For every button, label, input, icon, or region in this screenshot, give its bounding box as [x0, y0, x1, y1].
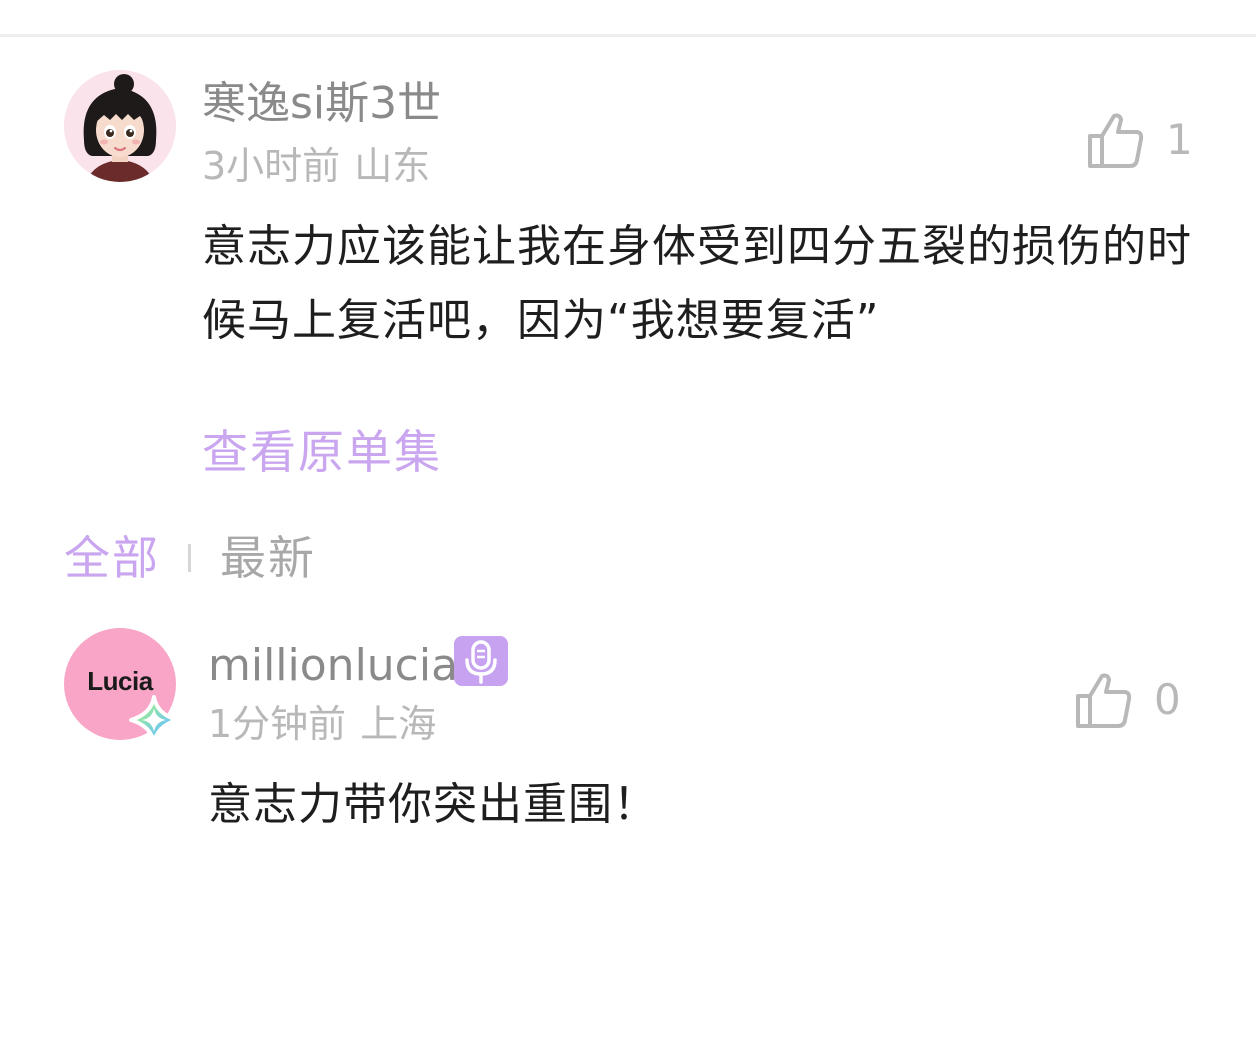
username[interactable]: millionlucia: [208, 640, 458, 692]
avatar[interactable]: [64, 70, 176, 182]
cartoon-girl-avatar-icon: [64, 70, 176, 182]
avatar-text: Lucia: [87, 666, 153, 696]
tab-divider: [188, 544, 191, 572]
comment-region: 上海: [360, 702, 437, 746]
like-count: 1: [1166, 115, 1193, 164]
comment-time: 1分钟前: [208, 702, 347, 746]
comment-time: 3小时前: [202, 144, 341, 188]
comment-meta: 3小时前 山东: [202, 144, 430, 188]
top-divider: [0, 34, 1256, 37]
comment-region: 山东: [354, 144, 431, 188]
sparkle-icon: [129, 695, 179, 745]
like-count: 0: [1154, 675, 1181, 724]
comment-meta: 1分钟前 上海: [208, 702, 436, 746]
comment-item: 寒逸si斯3世 3小时前 山东 1 意志力应该能让我在身体受到四分五裂的损伤的时候…: [0, 70, 1256, 500]
username[interactable]: 寒逸si斯3世: [202, 78, 441, 130]
thumb-up-icon: [1088, 113, 1144, 168]
sort-tabs: 全部 最新: [64, 528, 464, 588]
view-original-link[interactable]: 查看原单集: [202, 422, 442, 482]
avatar[interactable]: Lucia: [64, 628, 179, 745]
tab-latest[interactable]: 最新: [220, 528, 316, 588]
microphone-icon: [465, 640, 497, 684]
thumb-up-icon: [1076, 673, 1132, 728]
comment-item: Lucia millionlucia 1分钟前 上海 0 意志力带你突出重围！: [0, 628, 1256, 848]
comment-text: 意志力应该能让我在身体受到四分五裂的损伤的时候马上复活吧，因为“我想要复活”: [202, 221, 1192, 346]
tab-all[interactable]: 全部: [64, 528, 160, 588]
microphone-badge: [454, 636, 508, 686]
comment-text: 意志力带你突出重围！: [208, 779, 658, 830]
